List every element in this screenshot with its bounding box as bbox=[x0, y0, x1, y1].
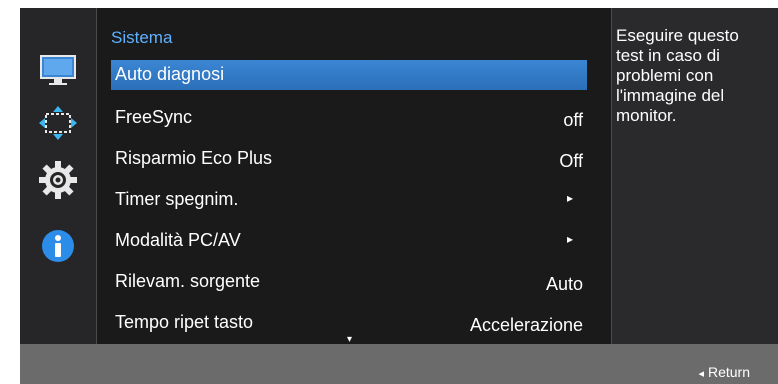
menu-item-label: Tempo ripet tasto bbox=[115, 312, 254, 332]
menu-item-label: Rilevam. sorgente bbox=[115, 271, 261, 291]
menu-item-value: Accelerazione bbox=[469, 315, 583, 335]
menu-item-rilevam-sorgente[interactable]: Rilevam. sorgente Auto bbox=[111, 264, 587, 298]
menu-item-timer-spegnim[interactable]: Timer spegnim. ▸ bbox=[111, 182, 587, 216]
menu-item-label: Auto diagnosi bbox=[115, 64, 225, 84]
return-button[interactable]: ◂ Return bbox=[698, 364, 750, 380]
info-icon[interactable] bbox=[38, 226, 78, 266]
menu-item-label: Modalità PC/AV bbox=[115, 230, 241, 250]
menu-item-modalita-pc-av[interactable]: Modalità PC/AV ▸ bbox=[111, 223, 587, 257]
chevron-right-icon: ▸ bbox=[566, 191, 573, 205]
gear-icon[interactable] bbox=[38, 160, 78, 200]
menu-item-auto-diagnosi[interactable]: Auto diagnosi bbox=[111, 60, 587, 90]
menu-item-risparmio-eco-plus[interactable]: Risparmio Eco Plus Off bbox=[111, 141, 587, 175]
category-sidebar bbox=[20, 8, 96, 344]
osd-menu: Sistema Auto diagnosi FreeSync off Rispa… bbox=[20, 8, 778, 384]
return-arrow-icon: ◂ bbox=[698, 368, 704, 380]
menu-item-value: off bbox=[563, 110, 583, 130]
monitor-icon[interactable] bbox=[38, 50, 78, 90]
help-text: Eseguire questo test in caso di problemi… bbox=[616, 26, 739, 125]
menu-item-value: Auto bbox=[545, 274, 583, 294]
menu-item-freesync[interactable]: FreeSync off bbox=[111, 100, 587, 134]
menu-item-label: Risparmio Eco Plus bbox=[115, 148, 273, 168]
chevron-right-icon: ▸ bbox=[566, 232, 573, 246]
return-label: Return bbox=[707, 364, 750, 380]
menu-title: Sistema bbox=[111, 28, 173, 47]
menu-item-label: Timer spegnim. bbox=[115, 189, 239, 209]
menu-item-label: FreeSync bbox=[115, 107, 193, 127]
system-menu-panel: Sistema Auto diagnosi FreeSync off Rispa… bbox=[96, 8, 612, 352]
menu-item-value: Off bbox=[559, 151, 583, 171]
bottom-bar bbox=[20, 344, 778, 384]
screen-adjust-icon[interactable] bbox=[38, 104, 78, 144]
